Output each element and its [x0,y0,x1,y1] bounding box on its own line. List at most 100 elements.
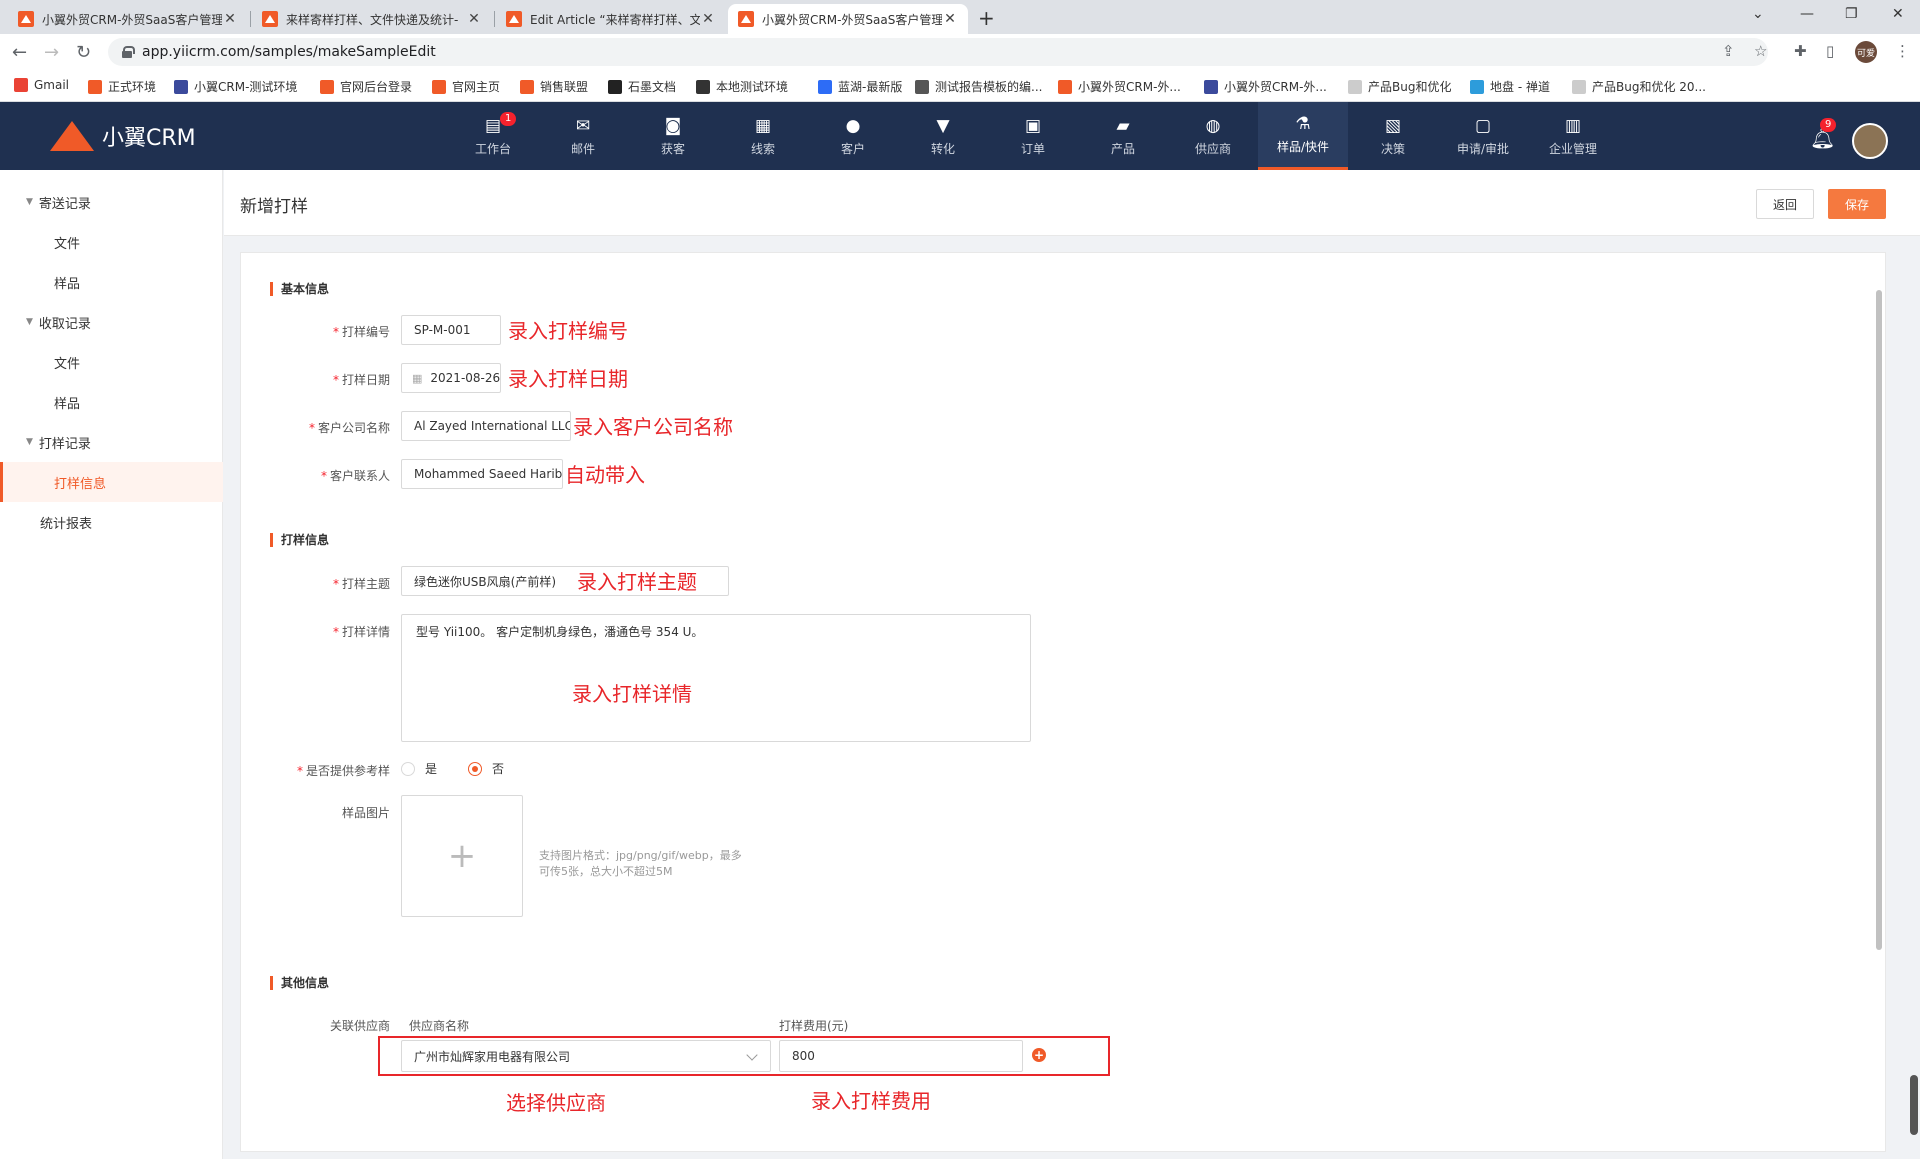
sidepanel-icon[interactable]: ▯ [1826,42,1834,60]
nav-item[interactable]: ⚗ 样品/快件 [1258,102,1348,170]
bookmark-item[interactable]: 石墨文档 [608,78,676,95]
nav-item[interactable]: ✉ 邮件 [538,102,628,170]
bookmark-label: 蓝湖-最新版 [838,80,903,94]
annotation-company: 录入客户公司名称 [573,415,733,439]
subject-value: 绿色迷你USB风扇(产前样) [414,574,556,589]
bookmark-item[interactable]: 蓝湖-最新版 [818,78,902,95]
browser-tab[interactable]: Edit Article “来样寄样打样、文件 ✕ [496,4,726,34]
address-bar-row: ← → ↻ app.yiicrm.com/samples/makeSampleE… [0,34,1920,70]
bookmark-label: 本地测试环境 [716,80,789,94]
tab-close-icon[interactable]: ✕ [700,11,716,27]
minimize-icon[interactable]: — [1800,6,1814,22]
tab-close-icon[interactable]: ✕ [466,11,482,27]
sidebar-item[interactable]: ▼ 收取记录 [0,302,223,342]
nav-item[interactable]: ▣ 订单 [988,102,1078,170]
sample-date-input[interactable]: ▦ 2021-08-26 [401,363,501,393]
supplier-select[interactable]: 广州市灿辉家用电器有限公司 [401,1040,771,1072]
nav-item[interactable]: ▥ 企业管理 [1528,102,1618,170]
nav-item[interactable]: ▼ 转化 [898,102,988,170]
sidebar-item[interactable]: 打样信息 [0,462,223,502]
image-upload-button[interactable]: + [401,795,523,917]
sidebar-item[interactable]: ▼ 打样记录 [0,422,223,462]
bookmark-label: 官网后台登录 [340,80,413,94]
forward-arrow-icon[interactable]: → [44,42,59,63]
bookmark-item[interactable]: 小翼CRM-测试环境 [174,78,297,95]
contact-input[interactable]: Mohammed Saeed Harib [401,459,563,489]
share-icon[interactable]: ⇪ [1722,42,1735,60]
sidebar-item[interactable]: 文件 [0,342,223,382]
sidebar-item[interactable]: 文件 [0,222,223,262]
save-button[interactable]: 保存 [1828,189,1886,219]
site-favicon-icon [738,11,754,27]
reference-yes-radio[interactable]: 是 [401,760,437,777]
detail-textarea[interactable]: 型号 Yii100。 客户定制机身绿色，潘通色号 354 U。 [401,614,1031,742]
star-icon[interactable]: ☆ [1754,42,1767,60]
nav-label: 订单 [1020,141,1045,156]
extensions-icon[interactable]: ✚ [1794,42,1807,60]
site-favicon-icon [262,11,278,27]
tab-search-icon[interactable]: ⌄ [1752,6,1764,22]
sidebar-item[interactable]: 样品 [0,382,223,422]
nav-item[interactable]: ▰ 产品 [1078,102,1168,170]
profile-avatar[interactable]: 可爱 [1855,41,1877,63]
app-logo[interactable]: 小翼CRM [50,120,196,152]
bookmarks-bar: Gmail 正式环境 小翼CRM-测试环境 官网后台登录 官网主页 销售联盟 石墨文档 本地测… [0,70,1920,102]
nav-label: 决策 [1380,141,1405,156]
bookmark-item[interactable]: 销售联盟 [520,78,588,95]
nav-label: 产品 [1110,141,1135,156]
browser-tab-active[interactable]: 小翼外贸CRM-外贸SaaS客户管理 ✕ [728,4,968,34]
sidebar-item[interactable]: 统计报表 [0,502,223,542]
bookmark-item[interactable]: 产品Bug和优化 [1348,78,1451,95]
bookmark-item[interactable]: 小翼外贸CRM-外... [1204,78,1327,95]
nav-item[interactable]: ● 客户 [808,102,898,170]
bookmark-item[interactable]: 官网后台登录 [320,78,412,95]
bookmark-item[interactable]: 本地测试环境 [696,78,788,95]
side-scroll-handle[interactable] [1910,1075,1918,1135]
url-input[interactable]: app.yiicrm.com/samples/makeSampleEdit [108,38,1768,66]
nav-item[interactable]: ▦ 线索 [718,102,808,170]
browser-tab[interactable]: 小翼外贸CRM-外贸SaaS客户管理 ✕ [8,4,248,34]
new-tab-icon[interactable]: + [978,6,995,30]
user-avatar[interactable] [1852,123,1888,159]
app-header: 小翼CRM ▤ 工作台 1 ✉ 邮件 ◙ 获客 ▦ 线索 ● 客户 ▼ 转化 ▣ 订单 ▰ 产品 ◍ 供应商 ⚗ 样品/… [0,102,1920,170]
tab-close-icon[interactable]: ✕ [942,11,958,27]
annotation-fee: 录入打样费用 [811,1089,931,1113]
sidebar-item[interactable]: 样品 [0,262,223,302]
fee-input[interactable]: 800 [779,1040,1023,1072]
nav-item[interactable]: ▢ 申请/审批 [1438,102,1528,170]
nav-item[interactable]: ◍ 供应商 [1168,102,1258,170]
menu-kebab-icon[interactable]: ⋮ [1895,42,1910,60]
sample-no-input[interactable]: SP-M-001 [401,315,501,345]
browser-tab[interactable]: 来样寄样打样、文件快递及统计- ✕ [252,4,492,34]
nav-item[interactable]: ▤ 工作台 1 [448,102,538,170]
logo-mark-icon [50,121,94,151]
sidebar-item[interactable]: ▼ 寄送记录 [0,182,223,222]
sidebar-item-label: 打样信息 [54,476,107,492]
tab-close-icon[interactable]: ✕ [222,11,238,27]
back-arrow-icon[interactable]: ← [12,42,27,63]
nav-label: 获客 [660,141,685,156]
reference-no-radio[interactable]: 否 [468,760,504,777]
sample-date-label: * 打样日期 [332,373,390,387]
window-close-icon[interactable]: ✕ [1892,6,1904,22]
add-row-icon[interactable]: + [1032,1048,1046,1062]
restore-icon[interactable]: ❐ [1845,6,1858,22]
back-button[interactable]: 返回 [1756,189,1814,219]
bookmark-item[interactable]: 测试报告模板的编... [915,78,1042,95]
tab-label: 小翼外贸CRM-外贸SaaS客户管理 [42,12,222,27]
nav-item[interactable]: ◙ 获客 [628,102,718,170]
content-scrollbar[interactable] [1876,290,1882,950]
reload-icon[interactable]: ↻ [76,42,91,63]
sidebar-item-label: 寄送记录 [38,196,91,212]
bookmark-item[interactable]: Gmail [14,78,69,92]
bookmark-label: 产品Bug和优化 [1368,80,1452,94]
bookmark-item[interactable]: 小翼外贸CRM-外... [1058,78,1181,95]
company-input[interactable]: Al Zayed International LLC [401,411,571,441]
nav-item[interactable]: ▧ 决策 [1348,102,1438,170]
bookmark-item[interactable]: 官网主页 [432,78,500,95]
bookmark-item[interactable]: 地盘 - 禅道 [1470,78,1550,95]
bookmark-item[interactable]: 正式环境 [88,78,156,95]
bookmark-item[interactable]: 产品Bug和优化 20... [1572,78,1706,95]
nav-label: 转化 [930,141,955,156]
annotation-detail: 录入打样详情 [572,682,692,706]
